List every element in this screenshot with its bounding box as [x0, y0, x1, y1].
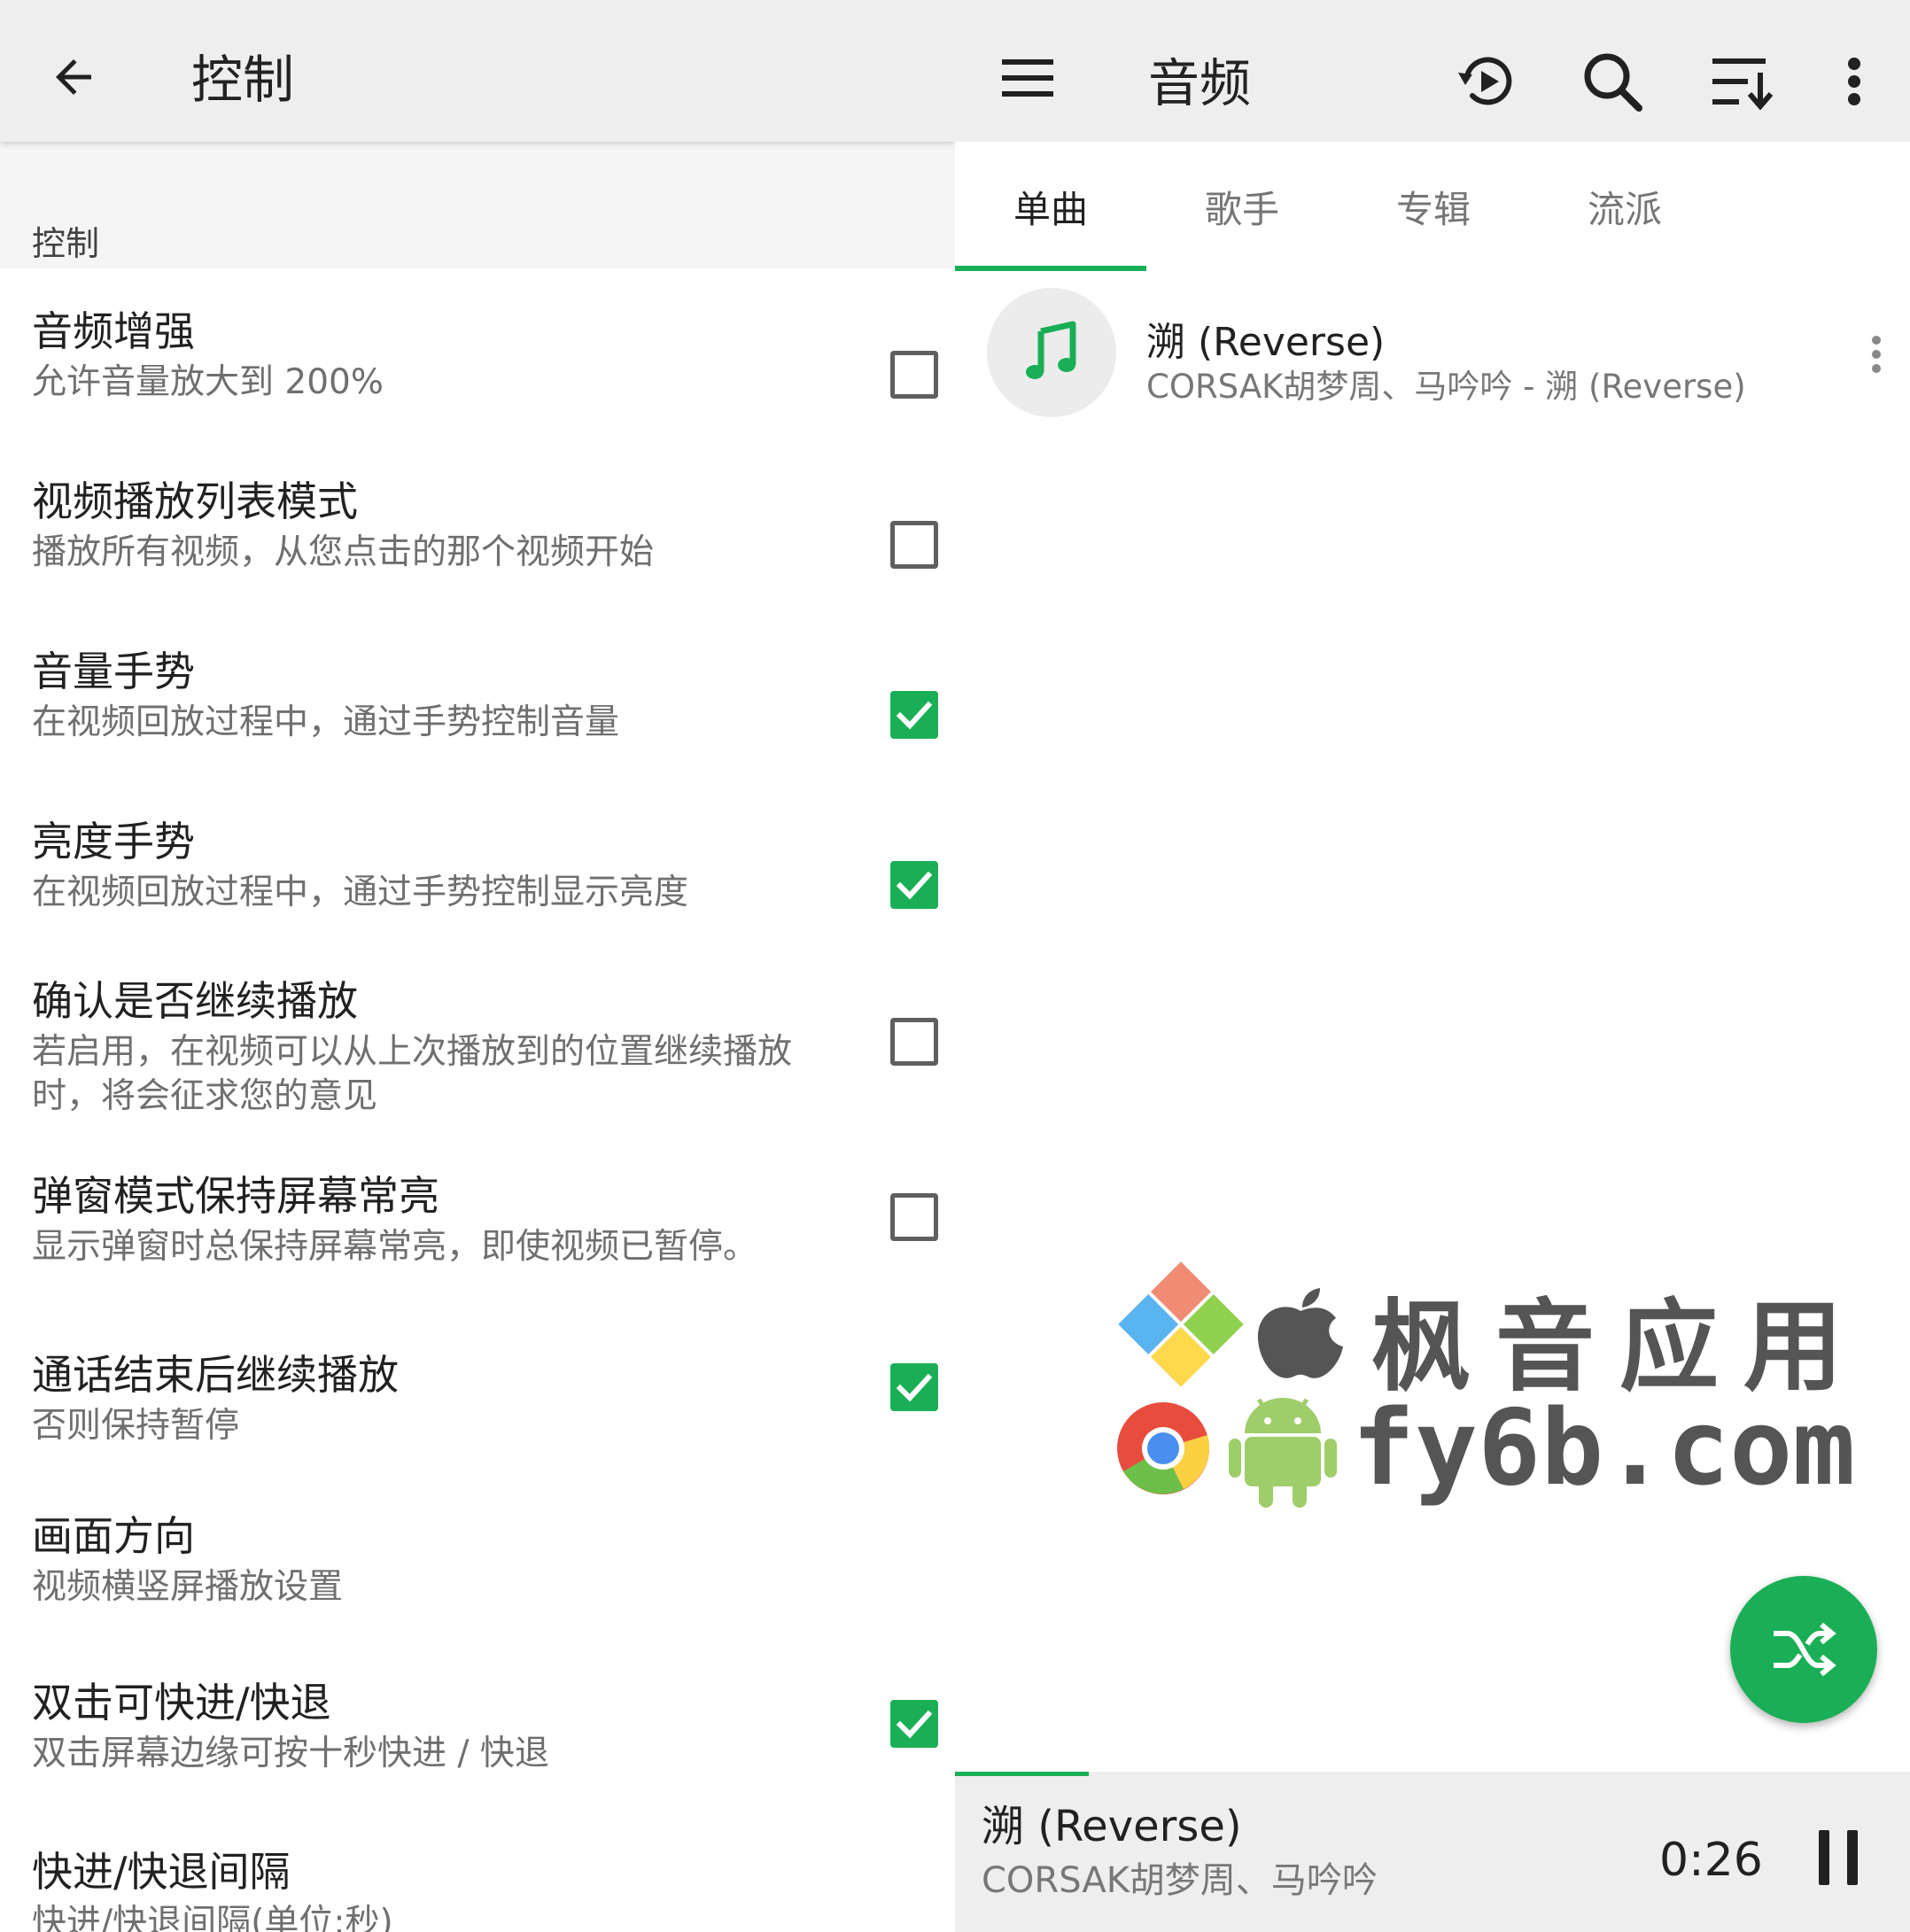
audio-pane: 音频 单曲 歌手 专辑 流派 溯 (Reverse) CORSAK胡梦周、马吟吟… — [955, 0, 1910, 1932]
android-logo-icon — [1229, 1398, 1337, 1508]
preference-item[interactable]: 视频播放列表模式播放所有视频，从您点击的那个视频开始 — [0, 438, 955, 609]
tab-indicator — [955, 266, 1146, 271]
pause-icon — [1819, 1830, 1858, 1885]
preference-summary: 若启用，在视频可以从上次播放到的位置继续播放时，将会征求您的意见 — [32, 1032, 793, 1116]
preference-item[interactable]: 通话结束后继续播放否则保持暂停 — [0, 1321, 955, 1491]
checkbox-checked[interactable] — [890, 691, 938, 739]
tab-artists[interactable]: 歌手 — [1146, 142, 1338, 271]
preference-item[interactable]: 确认是否继续播放若启用，在视频可以从上次播放到的位置继续播放时，将会征求您的意见 — [0, 949, 955, 1151]
page-title: 控制 — [191, 50, 295, 110]
chrome-logo-icon — [1117, 1402, 1210, 1494]
preference-title: 快进/快退间隔 — [32, 1848, 291, 1896]
tab-songs[interactable]: 单曲 — [955, 142, 1146, 271]
section-header: 控制 — [0, 142, 955, 268]
shuffle-icon — [1774, 1622, 1836, 1677]
audio-title: 音频 — [1148, 53, 1252, 113]
mini-player-time: 0:26 — [1659, 1834, 1763, 1887]
preference-summary: 显示弹窗时总保持屏幕常亮，即使视频已暂停。 — [32, 1227, 758, 1267]
preference-summary: 在视频回放过程中，通过手势控制显示亮度 — [32, 873, 689, 912]
more-options-button[interactable] — [1828, 44, 1881, 119]
preference-title: 画面方向 — [32, 1512, 195, 1560]
preference-title: 亮度手势 — [32, 818, 195, 865]
preference-item[interactable]: 弹窗模式保持屏幕常亮显示弹窗时总保持屏幕常亮，即使视频已暂停。 — [0, 1151, 955, 1321]
preference-item[interactable]: 音量手势在视频回放过程中，通过手势控制音量 — [0, 609, 955, 779]
preference-title: 确认是否继续播放 — [32, 977, 358, 1025]
preference-item[interactable]: 双击可快进/快退双击屏幕边缘可按十秒快进 / 快退 — [0, 1661, 955, 1831]
preference-summary: 允许音量放大到 200% — [32, 362, 384, 402]
check-icon — [896, 871, 933, 900]
windows-logo-icon — [1118, 1261, 1244, 1387]
sort-button[interactable] — [1704, 44, 1778, 119]
preference-summary: 否则保持暂停 — [32, 1406, 240, 1446]
shuffle-play-button[interactable] — [1730, 1576, 1877, 1723]
preference-item[interactable]: 音频增强允许音量放大到 200% — [0, 268, 955, 438]
apple-logo-icon — [1257, 1288, 1343, 1378]
mini-player[interactable]: 溯 (Reverse) CORSAK胡梦周、马吟吟 0:26 — [955, 1772, 1910, 1932]
mini-player-artist: CORSAK胡梦周、马吟吟 — [982, 1860, 1378, 1901]
checkbox-checked[interactable] — [890, 1700, 938, 1748]
preference-summary: 快进/快退间隔(单位:秒) — [32, 1903, 393, 1932]
tab-genres[interactable]: 流派 — [1529, 142, 1720, 271]
preference-item[interactable]: 亮度手势在视频回放过程中，通过手势控制显示亮度 — [0, 779, 955, 949]
search-button[interactable] — [1575, 44, 1650, 119]
hamburger-menu-icon — [1002, 59, 1053, 97]
watermark: 枫音应用 fy6b.com — [1114, 1258, 1894, 1515]
checkbox-checked[interactable] — [890, 861, 938, 909]
menu-button[interactable] — [990, 41, 1065, 115]
checkbox-unchecked[interactable] — [890, 1018, 938, 1066]
checkbox-unchecked[interactable] — [890, 351, 938, 399]
preference-title: 音量手势 — [32, 648, 195, 695]
preference-item[interactable]: 画面方向视频横竖屏播放设置 — [0, 1491, 955, 1661]
tab-albums[interactable]: 专辑 — [1338, 142, 1529, 271]
search-icon — [1584, 53, 1642, 112]
preference-title: 双击可快进/快退 — [32, 1679, 331, 1726]
preference-item[interactable]: 快进/快退间隔快进/快退间隔(单位:秒) — [0, 1831, 955, 1932]
mini-player-progress — [955, 1772, 1089, 1776]
preference-summary: 播放所有视频，从您点击的那个视频开始 — [32, 532, 655, 572]
check-icon — [896, 1710, 933, 1739]
check-icon — [896, 701, 933, 730]
checkbox-checked[interactable] — [890, 1363, 938, 1411]
settings-toolbar: 控制 — [0, 0, 955, 142]
checkbox-unchecked[interactable] — [890, 1193, 938, 1241]
section-header-label: 控制 — [32, 224, 100, 263]
mini-player-title: 溯 (Reverse) — [982, 1802, 1242, 1851]
check-icon — [896, 1373, 933, 1402]
music-note-icon — [1026, 321, 1076, 379]
song-thumbnail — [987, 288, 1116, 417]
resume-play-button[interactable] — [1449, 44, 1524, 119]
arrow-left-icon — [56, 59, 91, 95]
preference-summary: 双击屏幕边缘可按十秒快进 / 快退 — [32, 1734, 549, 1773]
more-vert-icon — [1848, 58, 1860, 105]
history-play-icon — [1458, 57, 1512, 105]
song-title: 溯 (Reverse) — [1146, 320, 1386, 365]
more-vert-icon — [1872, 336, 1881, 373]
preference-summary: 在视频回放过程中，通过手势控制音量 — [32, 702, 620, 742]
song-more-button[interactable] — [1850, 314, 1903, 394]
sort-icon — [1712, 58, 1773, 110]
watermark-text-en: fy6b.com — [1352, 1386, 1856, 1509]
category-tabs: 单曲 歌手 专辑 流派 — [955, 142, 1910, 271]
preference-title: 弹窗模式保持屏幕常亮 — [32, 1172, 439, 1220]
checkbox-unchecked[interactable] — [890, 521, 938, 569]
audio-toolbar: 音频 — [955, 0, 1910, 142]
settings-pane: 控制 控制 音频增强 允许音量放大到 200% 视频播放列表模式 播放所有视频，从您点… — [0, 0, 955, 1932]
preference-title: 通话结束后继续播放 — [32, 1351, 399, 1399]
song-subtitle: CORSAK胡梦周、马吟吟 - 溯 (Reverse) — [1146, 368, 1746, 406]
pause-button[interactable] — [1807, 1818, 1869, 1897]
preference-title: 视频播放列表模式 — [32, 477, 358, 525]
back-button[interactable] — [34, 37, 113, 117]
song-list-item[interactable]: 溯 (Reverse) CORSAK胡梦周、马吟吟 - 溯 (Reverse) — [955, 275, 1910, 425]
preference-summary: 视频横竖屏播放设置 — [32, 1567, 344, 1607]
preference-title: 音频增强 — [32, 307, 195, 355]
